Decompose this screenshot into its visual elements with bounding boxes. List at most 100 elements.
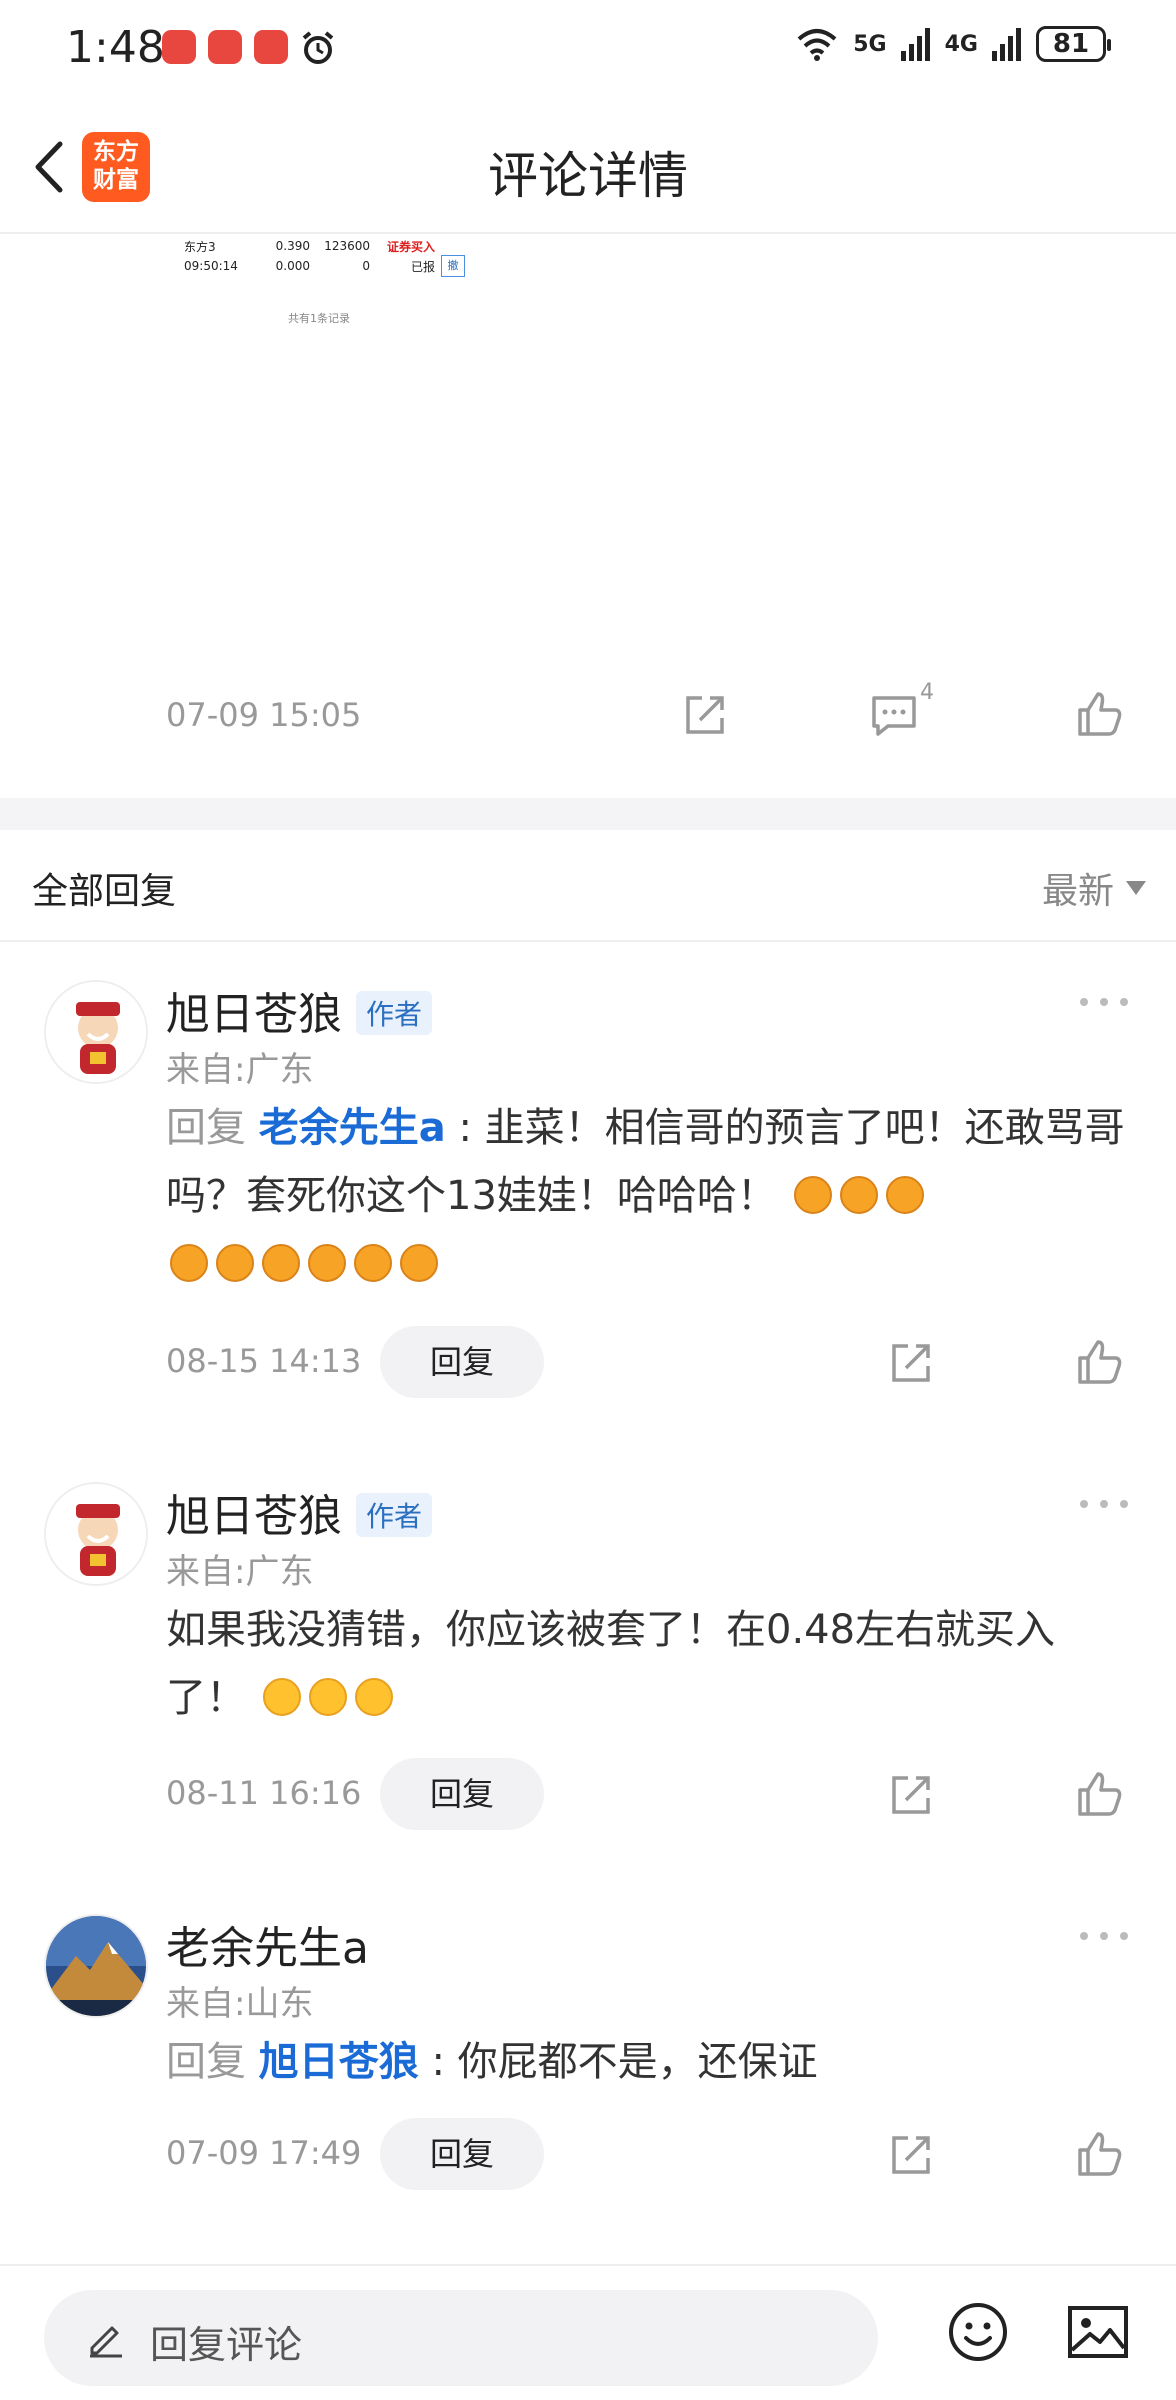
comment-actions: 07-09 17:49 回复 [0, 2118, 1176, 2190]
caret-down-icon [1126, 881, 1146, 895]
more-options-icon[interactable] [1076, 1494, 1132, 1514]
trade-cancel-button: 撤 [441, 255, 465, 277]
status-right: 5G 4G 81 [795, 26, 1111, 62]
shy-emoji-icon [262, 1678, 301, 1716]
replies-title: 全部回复 [32, 871, 177, 912]
reply-prefix: 回复 [166, 1105, 246, 1151]
trade-row: 09:50:14 0.000 0 已报 撤 [160, 255, 500, 277]
signal-icon [900, 28, 930, 61]
comment-author[interactable]: 旭日苍狼 作者 [166, 1480, 433, 1544]
author-name: 旭日苍狼 [166, 989, 342, 1040]
comment-timestamp: 07-09 17:49 [166, 2134, 362, 2172]
comment-author[interactable]: 旭日苍狼 作者 [166, 978, 433, 1042]
trade-row: 东方3 0.390 123600 证券买入 [160, 236, 500, 256]
trade-record-count: 共有1条记录 [288, 312, 350, 325]
network-5g-label: 5G [853, 31, 887, 57]
comment-item: 旭日苍狼 作者 来自:广东 回复 老余先生a : 韭菜！相信哥的预言了吧！还敢骂哥… [0, 944, 1176, 1398]
laughing-emoji-icon [885, 1176, 924, 1214]
alarm-icon [302, 31, 334, 64]
like-icon[interactable] [1074, 1336, 1126, 1388]
comment-location: 来自:广东 [166, 1050, 314, 1090]
comment-timestamp: 08-11 16:16 [166, 1774, 362, 1812]
like-icon[interactable] [1074, 1768, 1126, 1820]
status-bar: 1:48 5G 4G 81 [0, 0, 1176, 100]
more-options-icon[interactable] [1076, 992, 1132, 1012]
author-name: 老余先生a [166, 1923, 369, 1974]
comment-text: 如果我没猜错，你应该被套了！在0.48左右就买入了！ [166, 1596, 1126, 1732]
section-divider [0, 798, 1176, 830]
trade-type: 证券买入 [386, 239, 435, 254]
author-badge: 作者 [356, 991, 433, 1035]
clock: 1:48 [66, 22, 165, 73]
trade-fill-price: 0.000 [275, 259, 310, 273]
shy-emoji-icon [308, 1678, 347, 1716]
avatar[interactable] [44, 1482, 148, 1586]
page-title: 评论详情 [488, 147, 688, 205]
comment-item: 老余先生a 来自:山东 回复 旭日苍狼 : 你屁都不是，还保证 07-09 17… [0, 1878, 1176, 2218]
comment-count: 4 [920, 680, 934, 705]
more-options-icon[interactable] [1076, 1926, 1132, 1946]
reply-button[interactable]: 回复 [380, 1758, 544, 1830]
app-notification-icon [162, 30, 196, 64]
reply-target-link[interactable]: 老余先生a [259, 1105, 446, 1151]
author-badge: 作者 [356, 1493, 433, 1537]
app-notification-icon [254, 30, 288, 64]
like-icon[interactable] [1074, 2128, 1126, 2180]
trade-stock: 东方3 [184, 239, 216, 254]
pencil-icon [90, 2326, 122, 2358]
trade-qty: 123600 [324, 239, 370, 253]
post-meta: 07-09 15:05 4 [0, 680, 1176, 750]
laughing-emoji-icon [354, 1244, 392, 1282]
like-icon[interactable] [1074, 688, 1126, 740]
trade-time: 09:50:14 [184, 259, 238, 273]
comment-icon[interactable] [868, 688, 920, 740]
comment-text: 回复 旭日苍狼 : 你屁都不是，还保证 [166, 2028, 1126, 2096]
comment-actions: 08-15 14:13 回复 [0, 1326, 1176, 1398]
share-icon[interactable] [680, 688, 732, 740]
post-image[interactable]: 东方3 0.390 123600 证券买入 09:50:14 0.000 0 已… [160, 236, 500, 336]
replies-header: 全部回复 最新 [0, 830, 1176, 942]
comment-item: 旭日苍狼 作者 来自:广东 如果我没猜错，你应该被套了！在0.48左右就买入了！ … [0, 1446, 1176, 1846]
laughing-emoji-icon [839, 1176, 878, 1214]
sort-label: 最新 [1041, 871, 1114, 912]
emoji-icon[interactable] [946, 2300, 1010, 2364]
comment-body: : 你屁都不是，还保证 [431, 2039, 818, 2085]
reply-button[interactable]: 回复 [380, 1326, 544, 1398]
reply-prefix: 回复 [166, 2039, 246, 2085]
shy-emoji-icon [354, 1678, 393, 1716]
laughing-emoji-icon [170, 1244, 208, 1282]
comment-location: 来自:广东 [166, 1552, 314, 1592]
reply-comment-input[interactable]: 回复评论 [44, 2290, 878, 2386]
sort-dropdown[interactable]: 最新 [1042, 862, 1146, 914]
comment-text: 回复 老余先生a : 韭菜！相信哥的预言了吧！还敢骂哥吗？套死你这个13娃娃！哈… [166, 1094, 1126, 1298]
reply-button[interactable]: 回复 [380, 2118, 544, 2190]
comment-actions: 08-11 16:16 回复 [0, 1758, 1176, 1830]
laughing-emoji-icon [262, 1244, 300, 1282]
notification-icons [162, 30, 336, 66]
comment-author[interactable]: 老余先生a [166, 1912, 369, 1976]
wifi-icon [797, 29, 837, 61]
trade-status: 已报 [410, 259, 435, 274]
laughing-emoji-icon [216, 1244, 254, 1282]
battery-indicator: 81 [1036, 26, 1111, 62]
comment-location: 来自:山东 [166, 1984, 314, 2024]
laughing-emoji-icon [793, 1176, 832, 1214]
app-notification-icon [208, 30, 242, 64]
avatar[interactable] [44, 1914, 148, 2018]
trade-fill-qty: 0 [362, 259, 370, 273]
reply-input-placeholder: 回复评论 [150, 2323, 303, 2367]
comment-timestamp: 08-15 14:13 [166, 1342, 362, 1380]
laughing-emoji-icon [308, 1244, 346, 1282]
avatar[interactable] [44, 980, 148, 1084]
signal-icon [992, 28, 1021, 61]
author-name: 旭日苍狼 [166, 1491, 342, 1542]
laughing-emoji-icon [400, 1244, 438, 1282]
bottom-reply-bar: 回复评论 [0, 2264, 1176, 2400]
image-icon[interactable] [1066, 2304, 1130, 2360]
share-icon[interactable] [886, 1768, 938, 1820]
share-icon[interactable] [886, 1336, 938, 1388]
post-timestamp: 07-09 15:05 [166, 696, 362, 734]
network-4g-label: 4G [944, 31, 978, 57]
reply-target-link[interactable]: 旭日苍狼 [259, 2039, 419, 2085]
share-icon[interactable] [886, 2128, 938, 2180]
